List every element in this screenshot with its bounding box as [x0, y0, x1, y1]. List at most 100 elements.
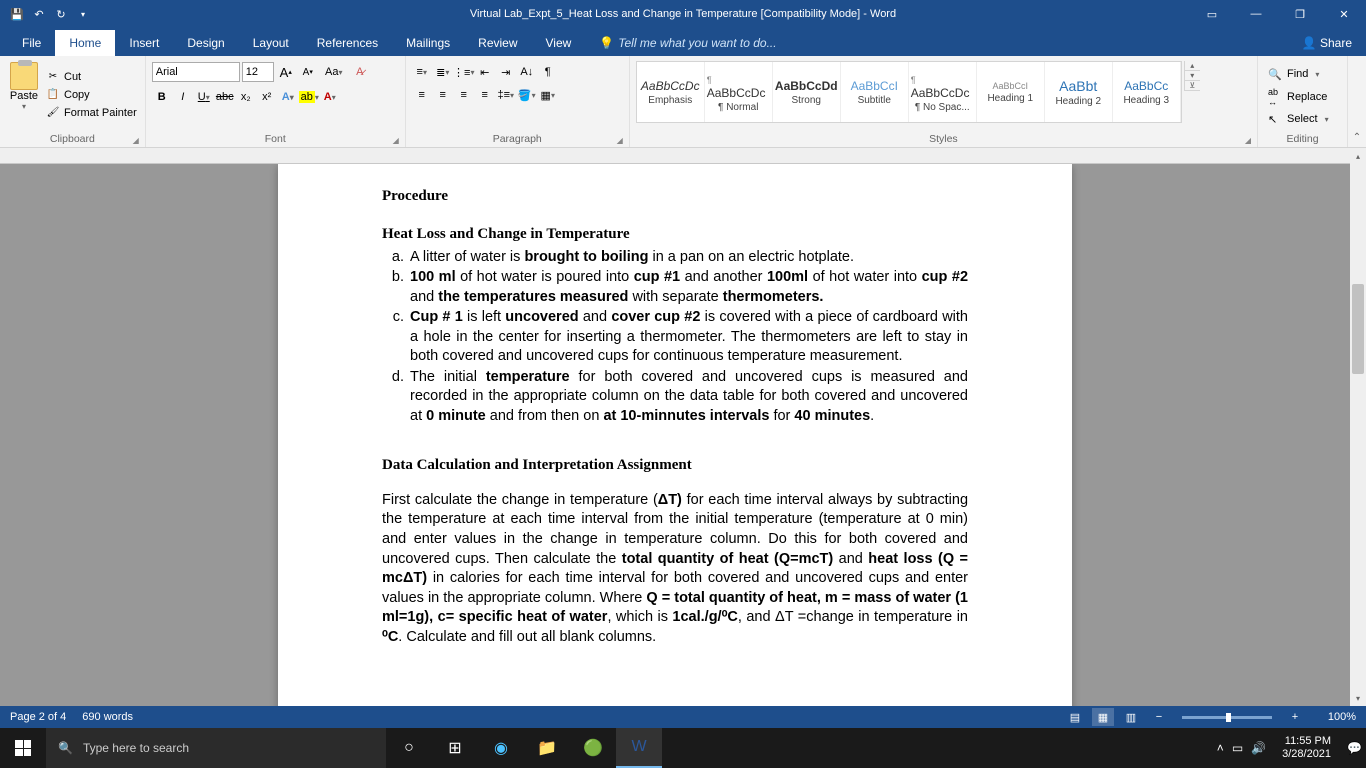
scroll-thumb[interactable] [1352, 284, 1364, 374]
font-color-button[interactable]: A [320, 87, 340, 107]
subscript-button[interactable]: x₂ [236, 87, 256, 107]
strikethrough-button[interactable]: abc [215, 87, 235, 107]
tab-layout[interactable]: Layout [239, 30, 303, 56]
zoom-in-button[interactable]: + [1284, 708, 1306, 726]
styles-dialog-icon[interactable]: ◢ [1245, 136, 1251, 145]
font-dialog-icon[interactable]: ◢ [393, 136, 399, 145]
style-h1[interactable]: AaBbCcIHeading 1 [977, 62, 1045, 122]
bold-button[interactable]: B [152, 87, 172, 107]
increase-indent-button[interactable]: ⇥ [496, 62, 516, 82]
bullets-button[interactable]: ≡ [412, 62, 432, 82]
scroll-up-icon[interactable]: ▴ [1350, 148, 1366, 164]
qat-customize-icon[interactable]: ▾ [74, 5, 92, 23]
align-right-button[interactable]: ≡ [454, 85, 474, 105]
undo-icon[interactable]: ↶ [30, 5, 48, 23]
ribbon-display-icon[interactable]: ▭ [1190, 0, 1234, 28]
copy-button[interactable]: 📋Copy [44, 87, 139, 103]
zoom-slider[interactable] [1182, 716, 1272, 719]
underline-button[interactable]: U [194, 87, 214, 107]
superscript-button[interactable]: x² [257, 87, 277, 107]
shading-button[interactable]: 🪣 [517, 85, 537, 105]
decrease-indent-button[interactable]: ⇤ [475, 62, 495, 82]
volume-icon[interactable]: 🔊 [1251, 741, 1266, 755]
align-left-button[interactable]: ≡ [412, 85, 432, 105]
page-indicator[interactable]: Page 2 of 4 [10, 711, 66, 723]
font-name-combo[interactable] [152, 62, 240, 82]
zoom-knob[interactable] [1226, 713, 1231, 722]
clock[interactable]: 11:55 PM 3/28/2021 [1274, 735, 1339, 760]
sort-button[interactable]: A↓ [517, 62, 537, 82]
horizontal-ruler[interactable] [0, 148, 1350, 164]
vertical-scrollbar[interactable]: ▴ ▾ [1350, 148, 1366, 706]
tab-insert[interactable]: Insert [115, 30, 173, 56]
save-icon[interactable]: 💾 [8, 5, 26, 23]
styles-expand[interactable]: ⊻ [1184, 81, 1200, 91]
paragraph-dialog-icon[interactable]: ◢ [617, 136, 623, 145]
zoom-level[interactable]: 100% [1312, 711, 1356, 723]
style-emph[interactable]: AaBbCcDcEmphasis [637, 62, 705, 122]
text-effects-button[interactable]: A [278, 87, 298, 107]
scroll-track[interactable] [1350, 164, 1366, 690]
start-button[interactable] [0, 728, 46, 768]
styles-scroll-up[interactable]: ▴ [1184, 61, 1200, 71]
paste-button[interactable]: Paste ▾ [6, 58, 42, 111]
align-center-button[interactable]: ≡ [433, 85, 453, 105]
style-h3[interactable]: AaBbCcHeading 3 [1113, 62, 1181, 122]
scroll-down-icon[interactable]: ▾ [1350, 690, 1366, 706]
numbering-button[interactable]: ≣ [433, 62, 453, 82]
print-layout-icon[interactable]: ▦ [1092, 708, 1114, 726]
tab-mailings[interactable]: Mailings [392, 30, 464, 56]
change-case-button[interactable]: Aa [320, 62, 348, 82]
edge-icon[interactable]: ◉ [478, 728, 524, 768]
close-icon[interactable]: ✕ [1322, 0, 1366, 28]
read-mode-icon[interactable]: ▤ [1064, 708, 1086, 726]
tray-chevron-icon[interactable]: ˄ [1217, 741, 1224, 755]
task-view-icon[interactable]: ⊞ [432, 728, 478, 768]
style-nospace[interactable]: AaBbCcDc¶ No Spac... [909, 62, 977, 122]
page[interactable]: Procedure Heat Loss and Change in Temper… [278, 164, 1072, 706]
tab-home[interactable]: Home [55, 30, 115, 56]
tab-view[interactable]: View [532, 30, 586, 56]
tab-review[interactable]: Review [464, 30, 531, 56]
battery-icon[interactable]: ▭ [1232, 741, 1243, 755]
minimize-icon[interactable]: — [1234, 0, 1278, 28]
chrome-icon[interactable]: 🟢 [570, 728, 616, 768]
justify-button[interactable]: ≡ [475, 85, 495, 105]
format-painter-button[interactable]: 🖌Format Painter [44, 105, 139, 121]
select-button[interactable]: ↖Select▾ [1264, 111, 1333, 128]
maximize-icon[interactable]: ❐ [1278, 0, 1322, 28]
grow-font-button[interactable]: A▴ [276, 62, 296, 82]
tab-references[interactable]: References [303, 30, 392, 56]
share-button[interactable]: Share [1288, 30, 1366, 56]
redo-icon[interactable]: ↻ [52, 5, 70, 23]
clear-formatting-button[interactable]: A̷ [350, 62, 370, 82]
show-marks-button[interactable]: ¶ [538, 62, 558, 82]
cortana-icon[interactable]: ○ [386, 728, 432, 768]
word-count[interactable]: 690 words [82, 711, 133, 723]
zoom-out-button[interactable]: − [1148, 708, 1170, 726]
cut-button[interactable]: ✂Cut [44, 69, 139, 85]
shrink-font-button[interactable]: A▾ [298, 62, 318, 82]
web-layout-icon[interactable]: ▥ [1120, 708, 1142, 726]
style-normal[interactable]: AaBbCcDc¶ Normal [705, 62, 773, 122]
word-icon[interactable]: W [616, 728, 662, 768]
italic-button[interactable]: I [173, 87, 193, 107]
multilevel-list-button[interactable]: ⋮≡ [454, 62, 474, 82]
collapse-ribbon-icon[interactable]: ⌃ [1353, 132, 1361, 143]
clipboard-dialog-icon[interactable]: ◢ [133, 136, 139, 145]
style-subtitle[interactable]: AaBbCcISubtitle [841, 62, 909, 122]
font-size-combo[interactable] [242, 62, 274, 82]
find-button[interactable]: 🔍Find▾ [1264, 66, 1323, 83]
taskbar-search[interactable]: 🔍Type here to search [46, 728, 386, 768]
tell-me-search[interactable]: Tell me what you want to do... [585, 30, 790, 56]
line-spacing-button[interactable]: ‡≡ [496, 85, 516, 105]
style-h2[interactable]: AaBbtHeading 2 [1045, 62, 1113, 122]
tab-file[interactable]: File [8, 30, 55, 56]
highlight-button[interactable]: ab [299, 87, 319, 107]
replace-button[interactable]: ab↔Replace [1264, 85, 1331, 109]
styles-scroll-down[interactable]: ▾ [1184, 71, 1200, 81]
style-strong[interactable]: AaBbCcDdStrong [773, 62, 841, 122]
tab-design[interactable]: Design [173, 30, 238, 56]
explorer-icon[interactable]: 📁 [524, 728, 570, 768]
notifications-icon[interactable]: 💬 [1347, 741, 1362, 755]
